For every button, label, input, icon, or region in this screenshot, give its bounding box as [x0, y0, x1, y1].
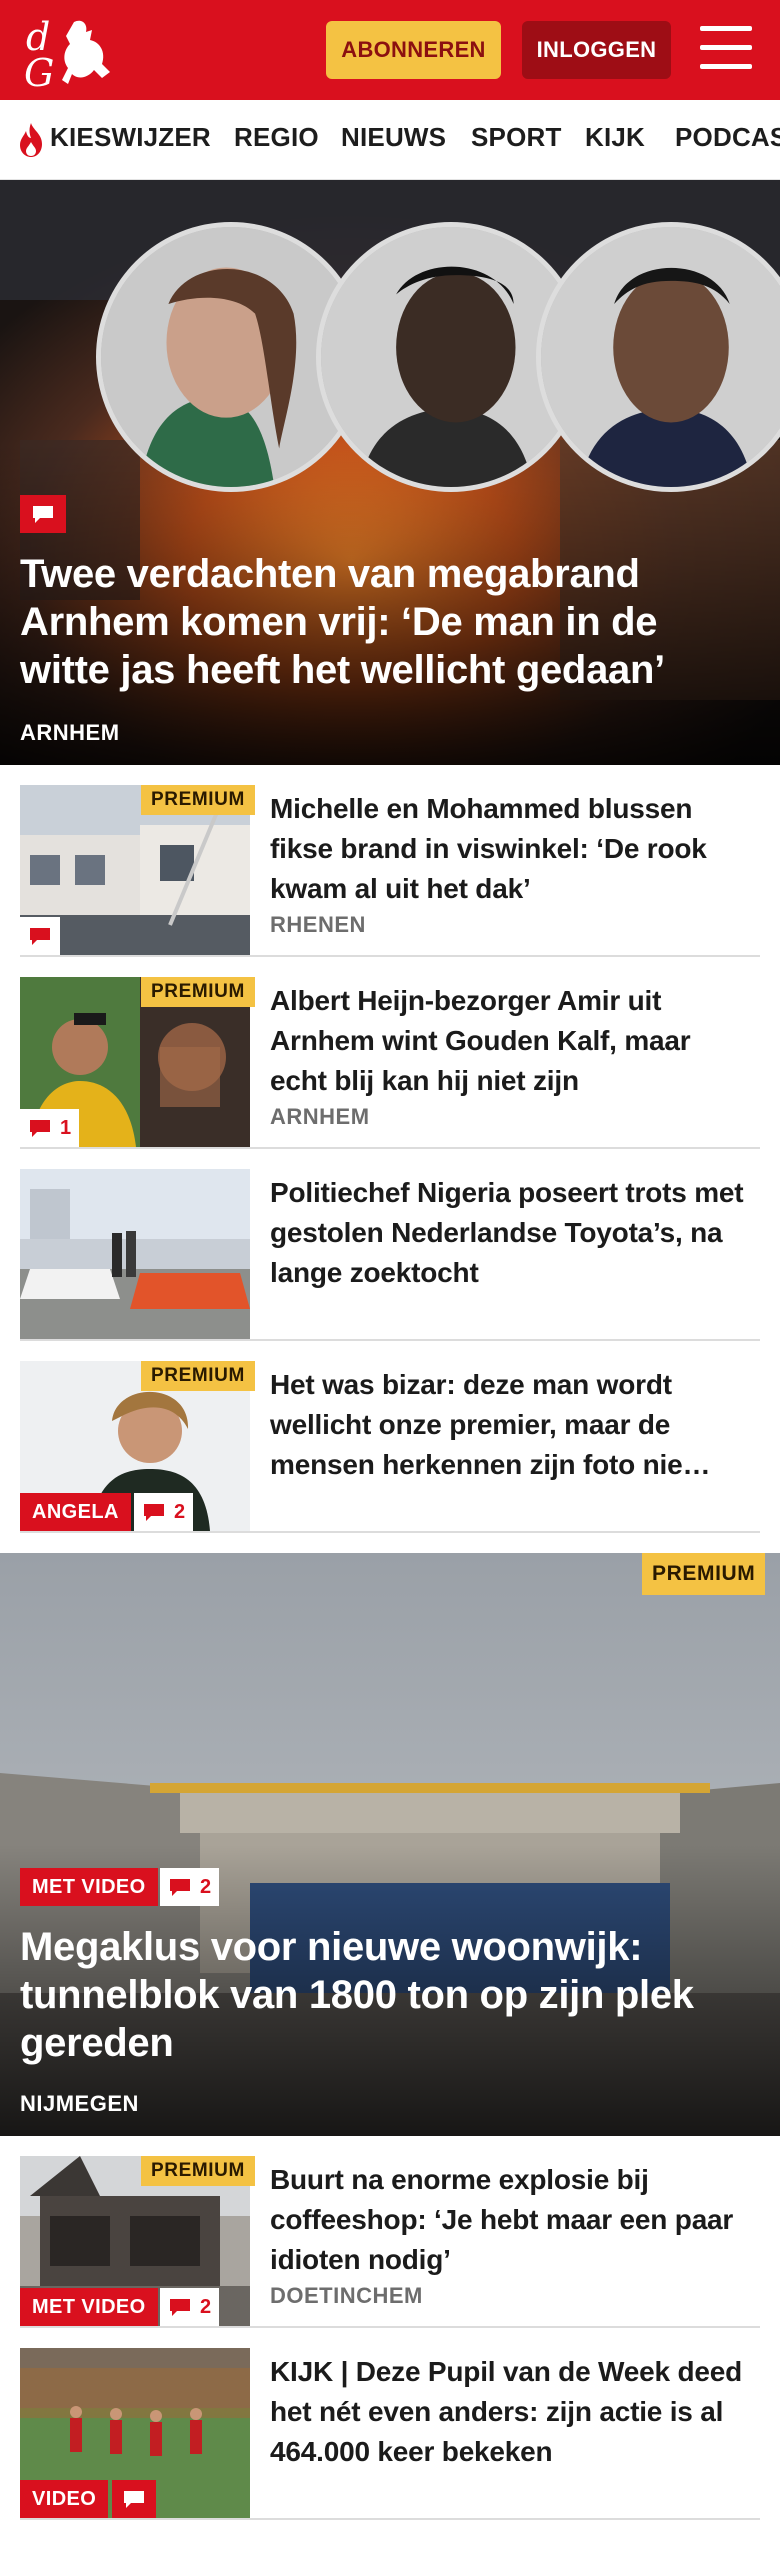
comment-count[interactable]: 2: [160, 2288, 220, 2326]
article-location: ARNHEM: [270, 1104, 370, 1129]
comment-count[interactable]: 2: [134, 1493, 194, 1531]
premium-badge: PREMIUM: [141, 1361, 255, 1391]
comment-count-value: 2: [200, 2295, 212, 2318]
subscribe-button[interactable]: ABONNEREN: [326, 21, 501, 79]
hero-location: ARNHEM: [20, 720, 120, 745]
comment-icon: [170, 2299, 190, 2316]
login-button[interactable]: INLOGGEN: [522, 21, 671, 79]
premium-badge: PREMIUM: [642, 1553, 766, 1595]
comment-count-value: 2: [200, 1875, 212, 1898]
article-row[interactable]: PREMIUM 1 Albert Heijn-bezorger Amir uit…: [20, 957, 760, 1149]
video-hero-headline[interactable]: Megaklus voor nieuwe woonwijk: tunnelblo…: [20, 1923, 760, 2067]
article-location: DOETINCHEM: [270, 2283, 423, 2308]
nav-item-podcast[interactable]: PODCAS: [675, 122, 780, 153]
nav-item-sport[interactable]: SPORT: [471, 122, 562, 153]
top-bar: d G ABONNEREN INLOGGEN: [0, 0, 780, 100]
article-location: RHENEN: [270, 912, 366, 937]
svg-text:G: G: [24, 51, 54, 90]
comment-icon: [33, 506, 53, 523]
premium-badge: PREMIUM: [141, 2156, 255, 2186]
comment-icon: [170, 1879, 190, 1896]
article-thumbnail: [20, 1169, 250, 1339]
site-logo[interactable]: d G: [22, 14, 122, 90]
comment-badge[interactable]: [112, 2480, 156, 2518]
comment-count[interactable]: 2: [160, 1868, 220, 1906]
article-row[interactable]: PREMIUM MET VIDEO 2 Buurt na enorme expl…: [20, 2136, 760, 2328]
article-headline[interactable]: Politiechef Nigeria poseert trots met ge…: [270, 1173, 750, 1293]
comment-count[interactable]: [20, 917, 60, 955]
comment-count-value: 1: [60, 1116, 72, 1139]
flame-icon: [20, 123, 42, 157]
article-row[interactable]: VIDEO KIJK | Deze Pupil van de Week deed…: [20, 2328, 760, 2520]
comment-icon: [124, 2491, 144, 2508]
comment-count-value: 2: [174, 1500, 186, 1523]
article-row[interactable]: PREMIUM Michelle en Mohammed blussen fik…: [20, 765, 760, 957]
comment-count[interactable]: 1: [20, 1109, 80, 1147]
article-headline[interactable]: Albert Heijn-bezorger Amir uit Arnhem wi…: [270, 981, 750, 1101]
video-hero-location: NIJMEGEN: [20, 2091, 139, 2116]
author-tag[interactable]: ANGELA: [20, 1493, 131, 1531]
article-row[interactable]: PREMIUM ANGELA 2 Het was bizar: deze man…: [20, 1341, 760, 1533]
hero-headline[interactable]: Twee verdachten van megabrand Arnhem kom…: [20, 550, 740, 694]
video-tag[interactable]: MET VIDEO: [20, 2288, 158, 2326]
nav-item-regio[interactable]: REGIO: [234, 122, 319, 153]
main-nav: KIESWIJZER REGIO NIEUWS SPORT KIJK PODCA…: [0, 100, 780, 180]
article-row[interactable]: Politiechef Nigeria poseert trots met ge…: [20, 1149, 760, 1341]
video-tag[interactable]: MET VIDEO: [20, 1868, 158, 1906]
comment-icon: [30, 928, 50, 945]
premium-badge: PREMIUM: [141, 785, 255, 815]
video-hero-article[interactable]: PREMIUM MET VIDEO 2 Megaklus voor nieuwe…: [0, 1553, 780, 2136]
hero-article[interactable]: Twee verdachten van megabrand Arnhem kom…: [0, 180, 780, 765]
premium-badge: PREMIUM: [141, 977, 255, 1007]
nav-item-nieuws[interactable]: NIEUWS: [341, 122, 446, 153]
article-headline[interactable]: Michelle en Mohammed blussen fikse brand…: [270, 789, 750, 909]
article-headline[interactable]: Het was bizar: deze man wordt wellicht o…: [270, 1365, 750, 1485]
hamburger-icon[interactable]: [700, 26, 752, 70]
comment-badge[interactable]: [20, 495, 66, 533]
comment-icon: [30, 1120, 50, 1137]
nav-item-kieswijzer[interactable]: KIESWIJZER: [50, 122, 211, 153]
video-tag[interactable]: VIDEO: [20, 2480, 109, 2518]
comment-icon: [144, 1504, 164, 1521]
article-headline[interactable]: Buurt na enorme explosie bij coffeeshop:…: [270, 2160, 750, 2280]
article-headline[interactable]: KIJK | Deze Pupil van de Week deed het n…: [270, 2352, 750, 2472]
nav-item-kijk[interactable]: KIJK: [585, 122, 645, 153]
